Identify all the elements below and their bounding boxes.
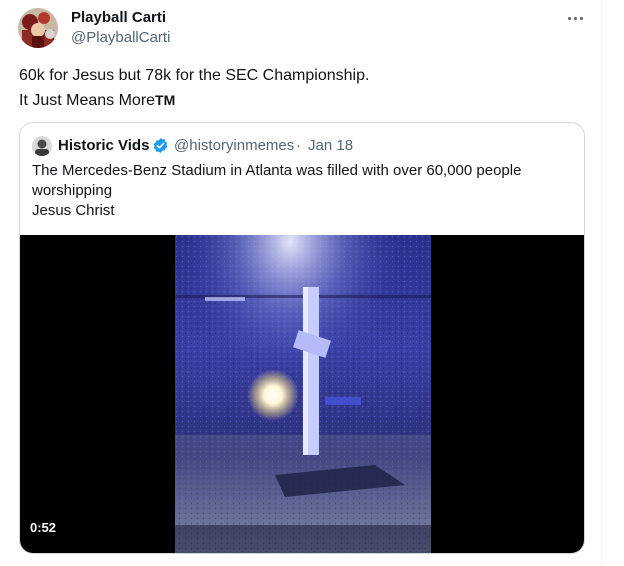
author-display-name[interactable]: Playball Carti bbox=[71, 9, 166, 26]
verified-badge-icon bbox=[153, 138, 168, 153]
quote-text: The Mercedes-Benz Stadium in Atlanta was… bbox=[32, 161, 572, 221]
quote-text-line: The Mercedes-Benz Stadium in Atlanta was… bbox=[32, 162, 522, 179]
tweet[interactable]: Playball Carti @PlayballCarti 60k for Je… bbox=[0, 0, 601, 566]
quote-author-handle[interactable]: @historyinmemes bbox=[174, 137, 294, 154]
tweet-text-line: 60k for Jesus but 78k for the SEC Champi… bbox=[19, 67, 370, 84]
trademark-symbol: TM bbox=[155, 92, 176, 108]
quote-text-line: worshipping bbox=[32, 182, 113, 199]
tweet-text-line: It Just Means MoreTM bbox=[19, 88, 589, 113]
tweet-text-line-content: It Just Means More bbox=[19, 92, 156, 109]
quote-separator: · bbox=[296, 137, 301, 154]
quote-author-display-name[interactable]: Historic Vids bbox=[58, 137, 149, 154]
video-player[interactable]: 0:52 bbox=[20, 235, 584, 553]
avatar[interactable] bbox=[18, 8, 58, 48]
quoted-tweet[interactable]: Historic Vids @historyinmemes · Jan 18 T… bbox=[19, 122, 585, 554]
video-duration: 0:52 bbox=[30, 520, 57, 535]
author-handle[interactable]: @PlayballCarti bbox=[71, 29, 170, 46]
quote-timestamp[interactable]: Jan 18 bbox=[308, 137, 353, 154]
column-divider bbox=[601, 0, 602, 566]
more-options-button[interactable] bbox=[561, 8, 589, 28]
more-horizontal-icon bbox=[567, 16, 571, 20]
tweet-text: 60k for Jesus but 78k for the SEC Champi… bbox=[19, 64, 589, 113]
quote-avatar[interactable] bbox=[32, 136, 52, 156]
stadium-cross-video-thumbnail bbox=[175, 235, 431, 553]
quote-text-line: Jesus Christ bbox=[32, 202, 115, 219]
